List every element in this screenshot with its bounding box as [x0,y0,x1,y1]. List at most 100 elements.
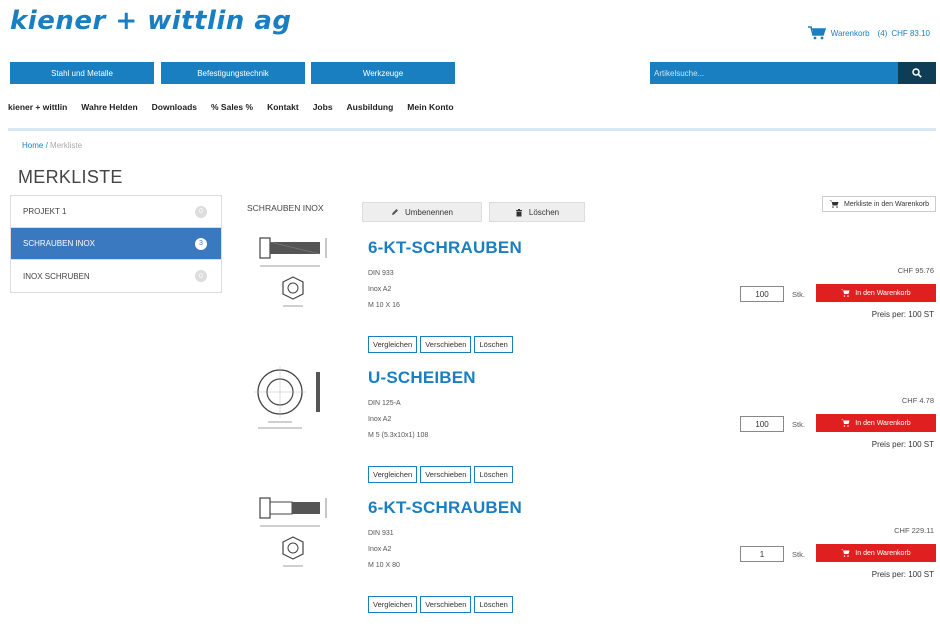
product-spec-material: Inox A2 [368,416,392,423]
add-list-to-cart-button[interactable]: Merkliste in den Warenkorb [822,196,936,212]
search-icon [912,68,922,78]
product-name[interactable]: 6-KT-SCHRAUBEN [368,238,522,258]
breadcrumb-home[interactable]: Home [22,141,43,150]
rename-label: Umbenennen [404,207,454,217]
price-per: Preis per: 100 ST [872,570,934,579]
sidebar-item-projekt-1[interactable]: PROJEKT 1 0 [11,196,221,228]
price-per-label: Preis per: [871,570,906,579]
add-to-cart-button[interactable]: In den Warenkorb [816,414,936,432]
compare-button[interactable]: Vergleichen [368,596,418,613]
product-name[interactable]: U-SCHEIBEN [368,368,476,388]
product-spec-din: DIN 931 [368,530,394,537]
sidebar-item-label: INOX SCHRUBEN [23,271,90,281]
delete-label: Löschen [528,207,560,217]
item-actions: Vergleichen Verschieben Löschen [368,466,513,483]
breadcrumb: Home / Merkliste [22,141,82,150]
product-spec-din: DIN 125-A [368,400,401,407]
subnav-ausbildung[interactable]: Ausbildung [347,102,394,112]
cart-label: Warenkorb [830,28,870,38]
nav-werkzeuge[interactable]: Werkzeuge [311,62,455,84]
price-per: Preis per: 100 ST [872,440,934,449]
add-to-cart-label: In den Warenkorb [855,419,911,427]
add-list-to-cart-label: Merkliste in den Warenkorb [844,200,929,208]
price-per-label: Preis per: [871,440,906,449]
main-navigation: Stahl und Metalle Befestigungstechnik We… [10,62,936,84]
cart-icon [841,549,850,557]
subnav-wahre-helden[interactable]: Wahre Helden [81,102,137,112]
wishlist-item: U-SCHEIBEN DIN 125-A Inox A2 M 5 (5.3x10… [250,362,938,487]
hex-bolt-drawing-icon [259,497,327,567]
subnav-mein-konto[interactable]: Mein Konto [407,102,453,112]
wishlist-item: 6-KT-SCHRAUBEN DIN 931 Inox A2 M 10 X 80… [250,492,938,617]
add-to-cart-label: In den Warenkorb [855,549,911,557]
product-spec-material: Inox A2 [368,286,392,293]
price-per-value: 100 ST [908,440,934,449]
search-button[interactable] [898,62,936,84]
count-badge: 3 [195,237,207,250]
cart-count: (4) [877,28,888,38]
search-input[interactable] [650,62,898,84]
delete-item-button[interactable]: Löschen [474,466,513,483]
secondary-navigation: kiener + wittlin Wahre Helden Downloads … [8,102,454,112]
hex-bolt-drawing-icon [259,237,327,307]
sidebar-item-inox-schruben[interactable]: INOX SCHRUBEN 0 [11,260,221,292]
list-title: SCHRAUBEN INOX [247,203,324,213]
count-badge: 0 [195,270,207,282]
product-spec-size: M 10 X 80 [368,562,400,569]
cart-icon [841,289,850,297]
subnav-kiener-wittlin[interactable]: kiener + wittlin [8,102,67,112]
shopping-cart-icon [807,26,826,40]
wishlist-sidebar: PROJEKT 1 0 SCHRAUBEN INOX 3 INOX SCHRUB… [10,195,222,293]
product-spec-din: DIN 933 [368,270,394,277]
price-per-value: 100 ST [908,310,934,319]
product-name[interactable]: 6-KT-SCHRAUBEN [368,498,522,518]
compare-button[interactable]: Vergleichen [368,466,418,483]
header-cart-link[interactable]: Warenkorb (4) CHF 83.10 [807,26,930,40]
washer-drawing-icon [254,366,320,429]
trash-icon [515,208,522,216]
pencil-icon [391,209,398,215]
unit-label: Stk. [792,290,805,299]
nav-stahl-und-metalle[interactable]: Stahl und Metalle [10,62,154,84]
item-price: CHF 95.76 [897,266,934,275]
sidebar-item-label: PROJEKT 1 [23,207,67,216]
delete-list-button[interactable]: Löschen [489,202,585,222]
add-to-cart-button[interactable]: In den Warenkorb [816,544,936,562]
quantity-input[interactable] [740,416,784,432]
cart-total: CHF 83.10 [891,28,930,38]
subnav-jobs[interactable]: Jobs [313,102,333,112]
price-per-label: Preis per: [871,310,906,319]
unit-label: Stk. [792,550,805,559]
price-per: Preis per: 100 ST [872,310,934,319]
breadcrumb-current: Merkliste [50,141,83,150]
move-button[interactable]: Verschieben [420,466,472,483]
unit-label: Stk. [792,420,805,429]
subnav-downloads[interactable]: Downloads [152,102,197,112]
sidebar-item-schrauben-inox[interactable]: SCHRAUBEN INOX 3 [11,228,221,260]
rename-list-button[interactable]: Umbenennen [362,202,482,222]
delete-item-button[interactable]: Löschen [474,596,513,613]
count-badge: 0 [195,205,207,218]
item-actions: Vergleichen Verschieben Löschen [368,336,513,353]
wishlist-item: 6-KT-SCHRAUBEN DIN 933 Inox A2 M 10 X 16… [250,232,938,357]
move-button[interactable]: Verschieben [420,596,472,613]
product-spec-size: M 5 (5.3x10x1) 108 [368,432,429,439]
item-price: CHF 229.11 [894,526,934,535]
delete-item-button[interactable]: Löschen [474,336,513,353]
nav-befestigungstechnik[interactable]: Befestigungstechnik [161,62,305,84]
quantity-input[interactable] [740,286,784,302]
page-title: MERKLISTE [18,167,123,187]
subnav-kontakt[interactable]: Kontakt [267,102,299,112]
logo[interactable]: kiener + wittlin ag [10,6,292,36]
cart-icon [841,419,850,427]
add-to-cart-button[interactable]: In den Warenkorb [816,284,936,302]
product-spec-material: Inox A2 [368,546,392,553]
compare-button[interactable]: Vergleichen [368,336,418,353]
price-per-value: 100 ST [908,570,934,579]
item-actions: Vergleichen Verschieben Löschen [368,596,513,613]
product-spec-size: M 10 X 16 [368,302,400,309]
subnav-sales[interactable]: % Sales % [211,102,253,112]
move-button[interactable]: Verschieben [420,336,472,353]
quantity-input[interactable] [740,546,784,562]
breadcrumb-separator: / [45,141,48,150]
